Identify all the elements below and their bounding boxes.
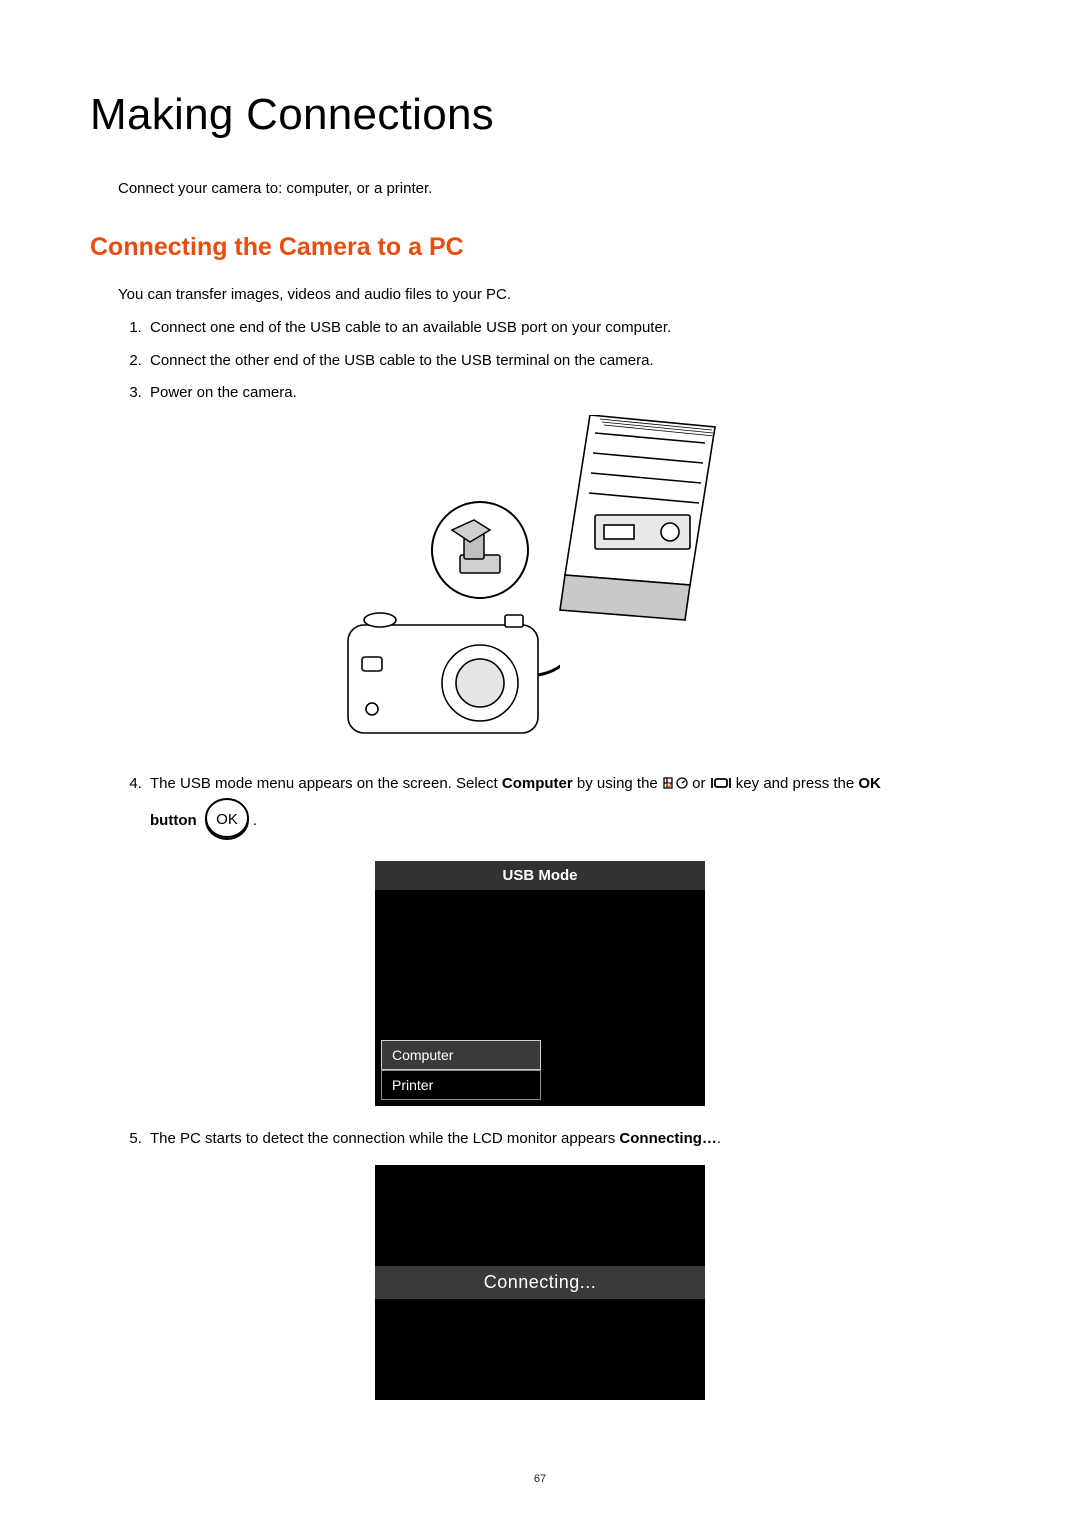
usb-mode-blank-area	[375, 890, 705, 1040]
ok-button-label: OK	[216, 811, 238, 828]
step-4-computer-bold: Computer	[502, 775, 573, 792]
step-3: Power on the camera.	[146, 382, 990, 405]
usb-mode-title: USB Mode	[375, 861, 705, 890]
usb-mode-screenshot: USB Mode Computer Printer	[375, 861, 705, 1106]
connecting-label: Connecting...	[375, 1266, 705, 1299]
page-number: 67	[0, 1473, 1080, 1485]
steps-list: Connect one end of the USB cable to an a…	[146, 317, 990, 405]
step-4-text-mid1: by using the	[573, 775, 662, 792]
step-5-connecting-bold: Connecting…	[619, 1130, 717, 1147]
connecting-screenshot: Connecting...	[375, 1165, 705, 1400]
steps-list-cont: The USB mode menu appears on the screen.…	[146, 773, 990, 846]
camera-illustration	[340, 605, 560, 755]
step-5-text-pre: The PC starts to detect the connection w…	[150, 1130, 619, 1147]
usb-option-computer: Computer	[381, 1040, 541, 1070]
page-title: Making Connections	[90, 90, 990, 140]
pc-tower-illustration	[540, 415, 720, 625]
step-4: The USB mode menu appears on the screen.…	[146, 773, 990, 846]
steps-list-cont2: The PC starts to detect the connection w…	[146, 1128, 990, 1151]
step-5: The PC starts to detect the connection w…	[146, 1128, 990, 1151]
step-4-ok-bold: OK	[858, 775, 881, 792]
camera-to-pc-diagram	[340, 415, 740, 755]
ok-button-icon: OK	[203, 795, 251, 843]
usb-option-printer: Printer	[381, 1070, 541, 1100]
macro-timer-icon: ✿	[662, 775, 688, 798]
svg-text:✿: ✿	[666, 782, 672, 789]
step-4-text-end: .	[253, 812, 257, 829]
intro-text: Connect your camera to: computer, or a p…	[118, 180, 990, 197]
step-2: Connect the other end of the USB cable t…	[146, 350, 990, 373]
step-4-text-mid2: or	[688, 775, 710, 792]
usb-port-zoom-illustration	[430, 500, 530, 600]
lead-text: You can transfer images, videos and audi…	[118, 286, 990, 303]
step-4-text-pre: The USB mode menu appears on the screen.…	[150, 775, 502, 792]
display-icon	[710, 775, 732, 798]
usb-mode-options: Computer Printer	[375, 1040, 705, 1106]
section-heading: Connecting the Camera to a PC	[90, 233, 990, 262]
step-4-text-mid3: key and press the	[732, 775, 859, 792]
step-5-text-end: .	[717, 1130, 721, 1147]
step-4-button-word: button	[150, 812, 197, 829]
step-1: Connect one end of the USB cable to an a…	[146, 317, 990, 340]
